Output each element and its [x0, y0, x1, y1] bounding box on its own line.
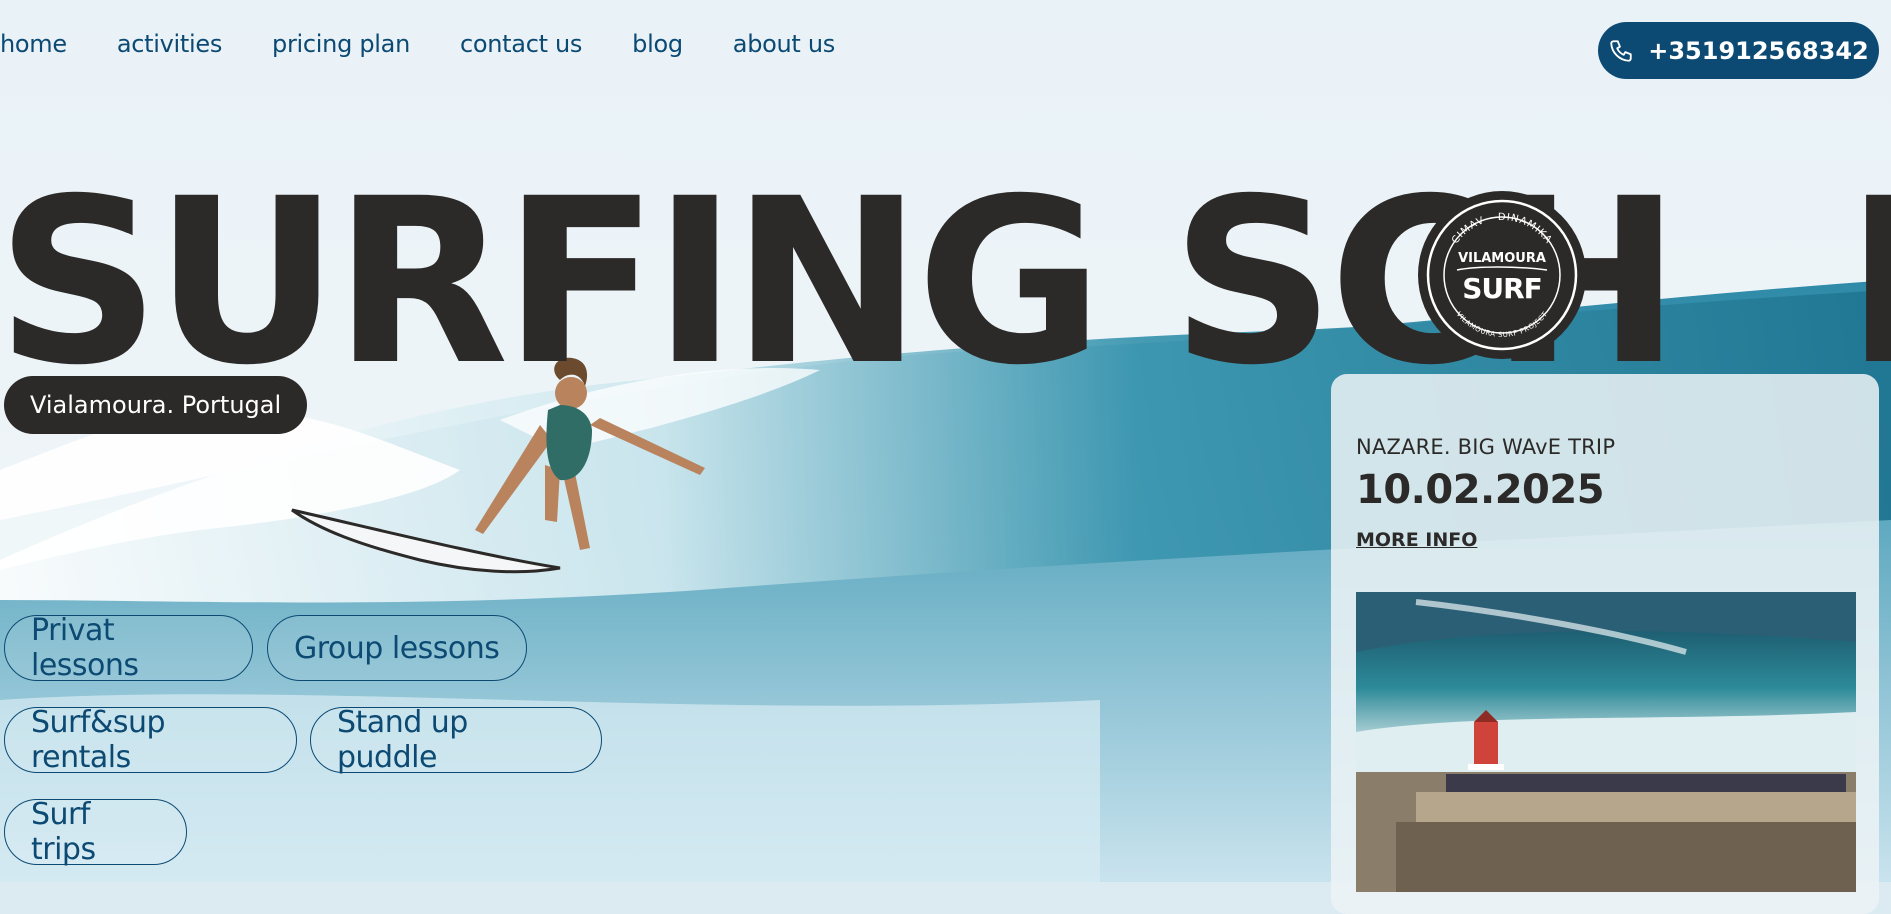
phone-icon: [1610, 39, 1632, 62]
nav-activities-link[interactable]: activities: [117, 30, 223, 58]
phone-call-button[interactable]: +351912568342: [1598, 22, 1879, 79]
surf-trips-button[interactable]: Surf trips: [4, 797, 187, 867]
privat-lessons-button[interactable]: Privat lessons: [4, 613, 253, 683]
phone-number-label: +351912568342: [1648, 36, 1869, 65]
event-card: NAZARE. BIG WAvE TRIP 10.02.2025 MORE IN…: [1331, 374, 1879, 914]
event-title: NAZARE. BIG WAvE TRIP: [1356, 435, 1616, 459]
group-lessons-button[interactable]: Group lessons: [267, 615, 527, 681]
nav-contact-us-link[interactable]: contact us: [460, 30, 582, 58]
nav-blog-link[interactable]: blog: [632, 30, 683, 58]
event-photo: [1356, 592, 1856, 892]
nav-about-us-link[interactable]: about us: [733, 30, 836, 58]
stand-up-puddle-button[interactable]: Stand up puddle: [310, 705, 602, 775]
nav-home-link[interactable]: home: [0, 30, 67, 58]
location-badge: Vialamoura. Portugal: [4, 376, 308, 434]
surf-sup-rentals-button[interactable]: Surf&sup rentals: [4, 705, 297, 775]
logo-name: VILAMOURA: [1458, 251, 1546, 266]
vilamoura-surf-logo: CIMAV - DINAMIKA VILAMOURA SURF PROJECT …: [1418, 191, 1586, 359]
main-nav: home activities pricing plan contact us …: [0, 30, 835, 58]
event-date: 10.02.2025: [1356, 467, 1605, 513]
logo-mark: SURF: [1462, 272, 1542, 305]
more-info-link[interactable]: MORE INFO: [1356, 529, 1477, 551]
nav-pricing-plan-link[interactable]: pricing plan: [272, 30, 410, 58]
hero-title: SURFING SCHL: [0, 168, 1891, 396]
